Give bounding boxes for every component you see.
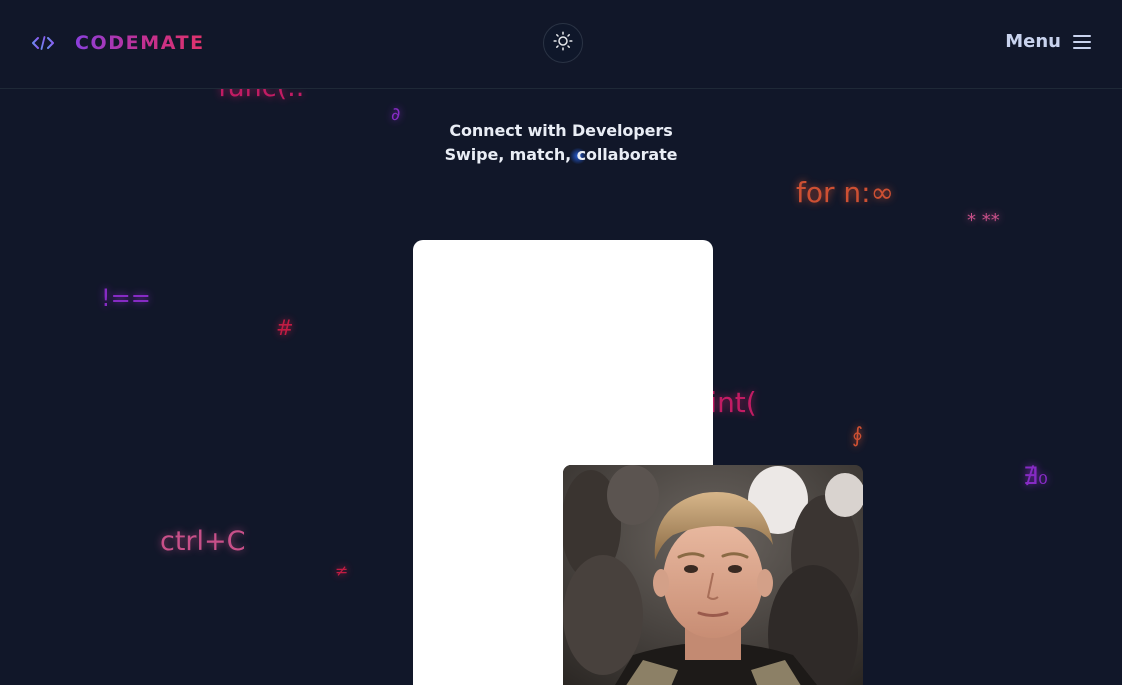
hamburger-icon bbox=[1073, 34, 1091, 49]
floating-symbol-stars: * ** bbox=[967, 210, 1000, 231]
menu-label: Menu bbox=[1005, 31, 1061, 52]
brand-logo[interactable]: CODEMATE bbox=[30, 28, 205, 58]
floating-symbol-not-equal: !== bbox=[101, 284, 151, 312]
tagline-line-2: Swipe, match, collaborate bbox=[444, 145, 678, 164]
hero-tagline: Connect with Developers Swipe, match, co… bbox=[0, 119, 1122, 167]
app-page: func(.. ∂ for n:∞ * ** !== # print( ∮ ∄₀… bbox=[0, 0, 1122, 685]
floating-symbol-ctrl-c: ctrl+C bbox=[160, 526, 246, 557]
floating-symbol-for: for n:∞ bbox=[796, 176, 894, 209]
top-navbar: CODEMATE Menu bbox=[0, 0, 1122, 89]
brand-name: CODEMATE bbox=[75, 32, 205, 54]
code-icon bbox=[30, 28, 56, 58]
menu-button[interactable]: Menu bbox=[1005, 31, 1091, 52]
sun-icon bbox=[553, 31, 573, 55]
floating-symbol-small-4: ≠ bbox=[335, 561, 349, 580]
floating-symbol-small-3: ∄₀ bbox=[1023, 462, 1048, 490]
tagline-line-1: Connect with Developers bbox=[449, 121, 673, 140]
floating-symbol-small-2: ∮ bbox=[852, 423, 863, 447]
floating-symbol-hash: # bbox=[276, 316, 294, 340]
profile-card-front[interactable] bbox=[563, 465, 863, 685]
theme-toggle-button[interactable] bbox=[543, 23, 583, 63]
developer-profile-photo bbox=[563, 465, 863, 685]
